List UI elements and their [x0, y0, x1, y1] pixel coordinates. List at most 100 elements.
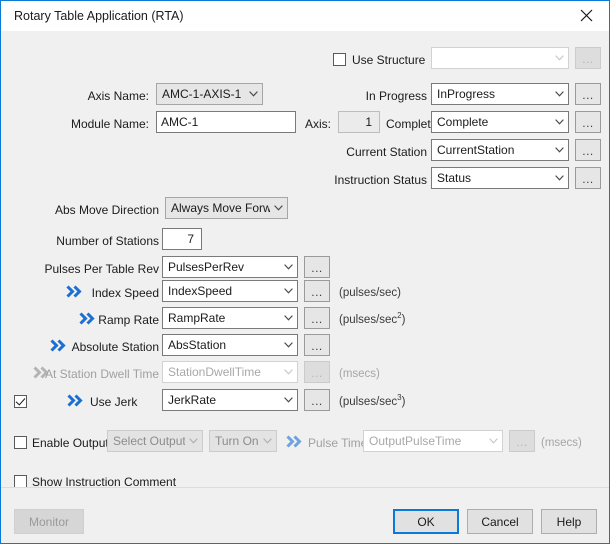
chevron-down-icon — [280, 342, 297, 348]
in-progress-browse-button[interactable]: ... — [575, 83, 601, 105]
ramp-rate-value: RampRate — [168, 311, 226, 325]
pulses-per-table-rev-value: PulsesPerRev — [168, 260, 245, 274]
number-of-stations-label: Number of Stations — [56, 234, 159, 248]
index-speed-label: Index Speed — [91, 286, 159, 300]
chevron-down-icon — [551, 175, 568, 181]
turn-on-combo[interactable]: Turn On — [209, 430, 277, 452]
current-station-value: CurrentStation — [437, 143, 515, 157]
axis-name-combo[interactable]: AMC-1-AXIS-1 — [156, 83, 263, 105]
monitor-button[interactable]: Monitor — [14, 509, 84, 534]
pulse-time-chevron-icon — [286, 435, 304, 449]
current-station-combo[interactable]: CurrentStation — [431, 139, 569, 161]
instruction-status-combo[interactable]: Status — [431, 167, 569, 189]
ramp-rate-combo[interactable]: RampRate — [162, 307, 298, 329]
complete-combo[interactable]: Complete — [431, 111, 569, 133]
enable-output-checkbox[interactable] — [14, 436, 27, 449]
in-progress-value: InProgress — [437, 87, 496, 101]
current-station-label: Current Station — [346, 145, 427, 159]
module-name-label: Module Name: — [70, 117, 149, 131]
in-progress-label: In Progress — [365, 89, 427, 103]
chevron-down-icon — [185, 438, 202, 444]
chevron-down-icon — [280, 288, 297, 294]
instruction-status-label: Instruction Status — [334, 173, 427, 187]
window-title: Rotary Table Application (RTA) — [14, 9, 184, 23]
chevron-down-icon — [485, 438, 502, 444]
chevron-down-icon — [280, 397, 297, 403]
close-icon — [580, 9, 592, 22]
complete-value: Complete — [437, 115, 489, 129]
use-structure-label: Use Structure — [352, 53, 426, 67]
pulse-time-browse-button[interactable]: ... — [509, 430, 535, 452]
chevron-down-icon — [270, 205, 287, 211]
chevron-down-icon — [280, 369, 297, 375]
axis-number-field[interactable]: 1 — [338, 111, 380, 133]
current-station-browse-button[interactable]: ... — [575, 139, 601, 161]
use-structure-checkbox[interactable] — [333, 53, 346, 66]
use-jerk-value: JerkRate — [168, 393, 217, 407]
ok-button[interactable]: OK — [393, 509, 459, 534]
chevron-down-icon — [551, 91, 568, 97]
title-bar: Rotary Table Application (RTA) — [1, 1, 609, 31]
use-structure-combo[interactable] — [431, 47, 569, 69]
in-progress-combo[interactable]: InProgress — [431, 83, 569, 105]
select-output-combo[interactable]: Select Output — [107, 430, 203, 452]
use-jerk-checkbox[interactable] — [14, 395, 27, 408]
chevron-down-icon — [280, 315, 297, 321]
index-speed-units: (pulses/sec) — [339, 287, 401, 299]
ramp-rate-label: Ramp Rate — [98, 313, 159, 327]
chevron-down-icon — [259, 438, 276, 444]
at-station-dwell-time-value: StationDwellTime — [168, 365, 261, 379]
axis-name-label: Axis Name: — [87, 89, 149, 103]
index-speed-browse-button[interactable]: ... — [304, 280, 330, 302]
module-name-input[interactable]: AMC-1 — [156, 111, 296, 133]
instruction-status-value: Status — [437, 171, 472, 185]
rotary-table-application-dialog: Rotary Table Application (RTA) Use Struc… — [0, 0, 610, 544]
turn-on-value: Turn On — [215, 434, 259, 448]
chevron-down-icon — [551, 119, 568, 125]
pulse-time-units: (msecs) — [541, 437, 582, 449]
number-of-stations-input[interactable]: 7 — [162, 228, 202, 250]
index-speed-value: IndexSpeed — [168, 284, 233, 298]
close-button[interactable] — [563, 1, 609, 30]
absolute-station-combo[interactable]: AbsStation — [162, 334, 298, 356]
absolute-station-label: Absolute Station — [71, 340, 159, 354]
abs-move-direction-value: Always Move Forward — [171, 201, 270, 215]
axis-name-value: AMC-1-AXIS-1 — [162, 87, 242, 101]
instruction-status-browse-button[interactable]: ... — [575, 167, 601, 189]
pulse-time-combo[interactable]: OutputPulseTime — [363, 430, 503, 452]
use-structure-browse-button[interactable]: ... — [575, 47, 601, 69]
pulses-per-table-rev-browse-button[interactable]: ... — [304, 256, 330, 278]
index-speed-combo[interactable]: IndexSpeed — [162, 280, 298, 302]
pulse-time-value: OutputPulseTime — [369, 434, 462, 448]
at-station-dwell-time-units: (msecs) — [339, 368, 380, 380]
chevron-down-icon — [551, 147, 568, 153]
chevron-down-icon — [280, 264, 297, 270]
use-jerk-units: (pulses/sec3) — [339, 393, 406, 408]
cancel-button[interactable]: Cancel — [467, 509, 533, 534]
at-station-dwell-time-combo[interactable]: StationDwellTime — [162, 361, 298, 383]
use-jerk-label: Use Jerk — [90, 395, 138, 409]
pulses-per-table-rev-label: Pulses Per Table Rev — [44, 262, 159, 276]
help-button[interactable]: Help — [541, 509, 597, 534]
abs-move-direction-combo[interactable]: Always Move Forward — [165, 197, 288, 219]
chevron-down-icon — [551, 55, 568, 61]
at-station-dwell-time-browse-button[interactable]: ... — [304, 361, 330, 383]
pulse-time-label: Pulse Time — [308, 436, 368, 450]
absolute-station-value: AbsStation — [168, 338, 227, 352]
ramp-rate-units: (pulses/sec2) — [339, 311, 406, 326]
use-jerk-combo[interactable]: JerkRate — [162, 389, 298, 411]
complete-label: Complete — [386, 117, 438, 131]
select-output-value: Select Output — [113, 434, 185, 448]
complete-browse-button[interactable]: ... — [575, 111, 601, 133]
abs-move-direction-label: Abs Move Direction — [54, 203, 159, 217]
absolute-station-browse-button[interactable]: ... — [304, 334, 330, 356]
ramp-rate-browse-button[interactable]: ... — [304, 307, 330, 329]
chevron-down-icon — [245, 91, 262, 97]
at-station-dwell-time-label: At Station Dwell Time — [44, 367, 159, 381]
axis-label: Axis: — [304, 117, 331, 131]
use-jerk-browse-button[interactable]: ... — [304, 389, 330, 411]
use-jerk-chevron-icon — [67, 394, 85, 408]
pulses-per-table-rev-combo[interactable]: PulsesPerRev — [162, 256, 298, 278]
dialog-body: Use Structure ... Axis Name: AMC-1-AXIS-… — [1, 31, 609, 543]
enable-output-label: Enable Output — [32, 436, 109, 450]
